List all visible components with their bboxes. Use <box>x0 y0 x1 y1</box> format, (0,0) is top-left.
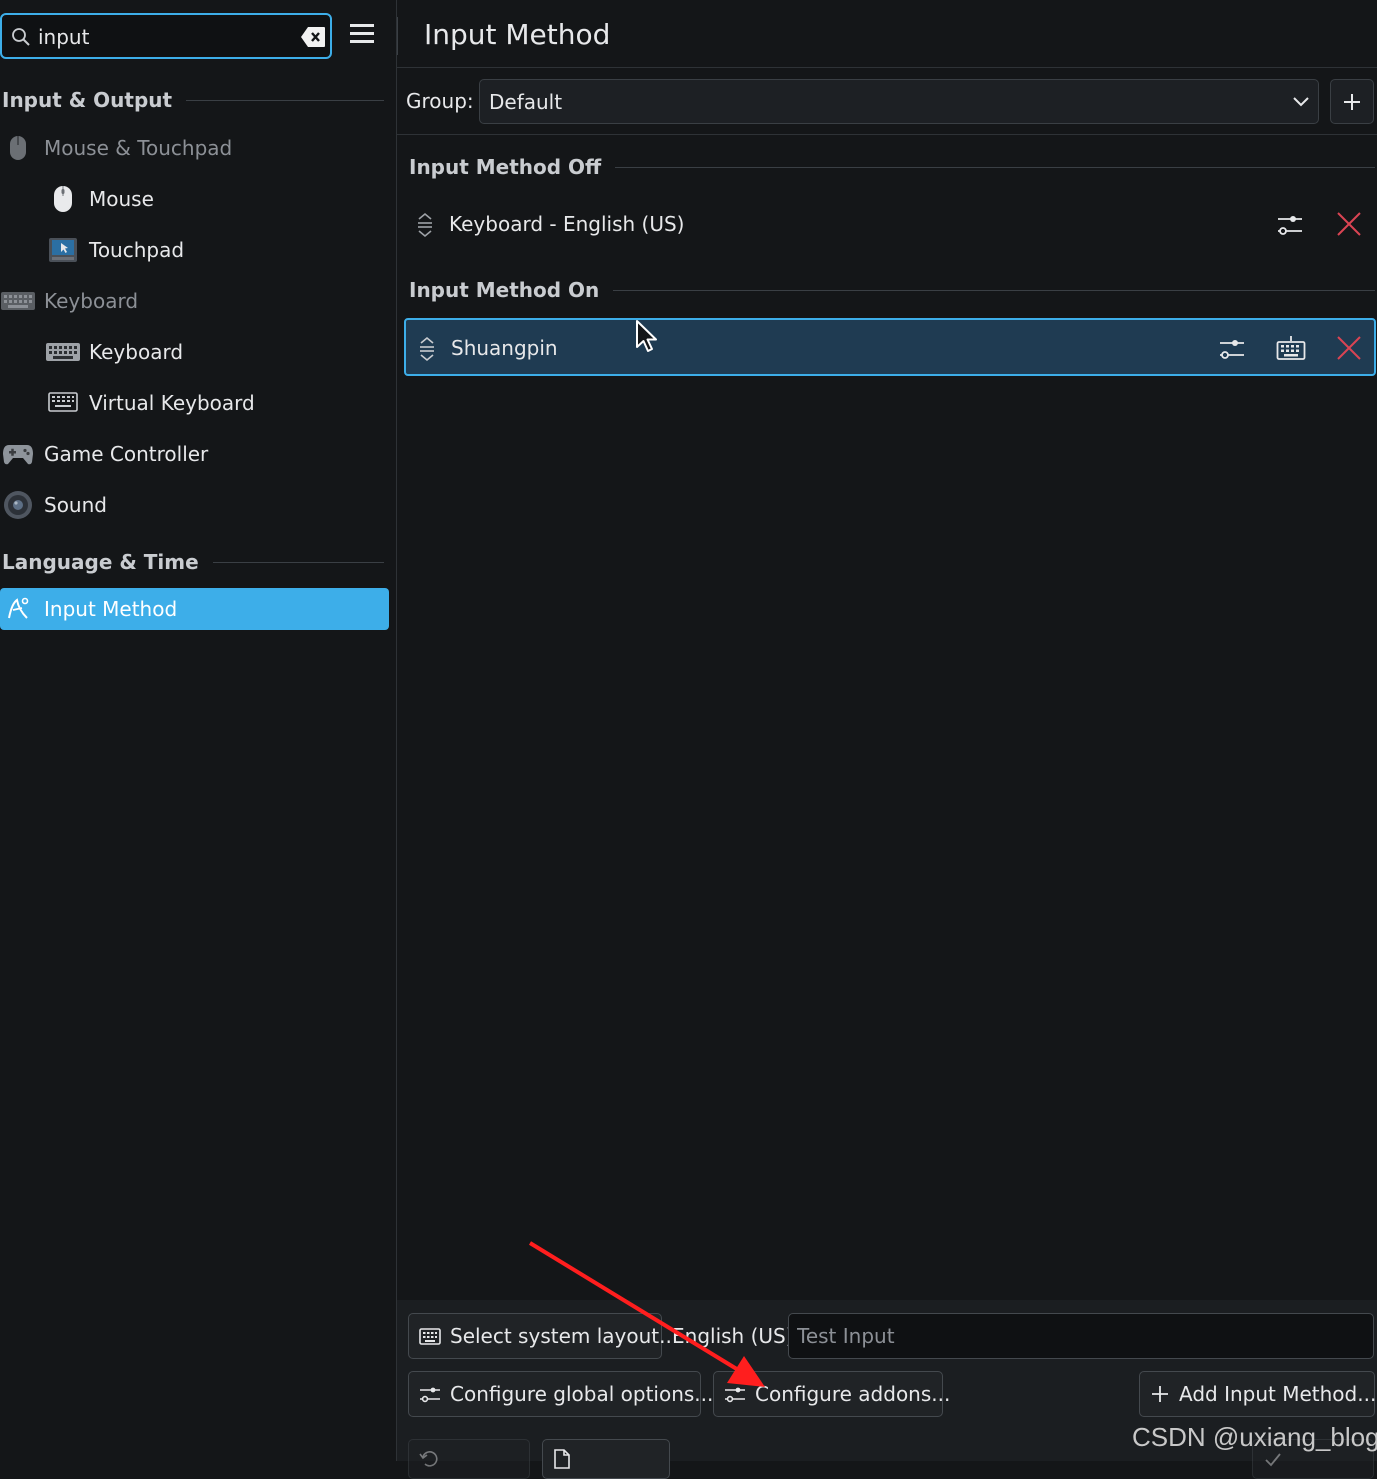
sidebar-item-label: Mouse <box>89 187 154 211</box>
chevron-down-icon <box>1292 94 1310 108</box>
header-separator <box>397 17 398 55</box>
input-method-name: Shuangpin <box>451 336 558 360</box>
sidebar-item-touchpad[interactable]: Touchpad <box>45 228 184 272</box>
input-method-off-heading: Input Method Off <box>409 152 1375 182</box>
configure-icon <box>419 1384 441 1404</box>
sidebar-item-virtual-keyboard[interactable]: Virtual Keyboard <box>45 381 255 425</box>
keyboard-icon <box>0 291 36 311</box>
document-icon <box>553 1449 571 1469</box>
sidebar-item-label: Mouse & Touchpad <box>44 136 233 160</box>
sidebar-item-label: Touchpad <box>89 238 185 262</box>
section-language-time: Language & Time <box>2 547 384 577</box>
search-field[interactable] <box>0 13 332 59</box>
watermark: CSDN @uxiang_blog <box>1132 1422 1377 1452</box>
add-group-button[interactable] <box>1330 79 1374 124</box>
virtual-keyboard-icon <box>45 392 81 414</box>
heading-label: Input Method On <box>409 278 600 302</box>
speaker-icon <box>0 490 36 520</box>
remove-icon[interactable] <box>1335 210 1363 238</box>
remove-icon[interactable] <box>1335 334 1363 362</box>
header-divider <box>396 67 1377 68</box>
sidebar-divider <box>396 0 397 1461</box>
sidebar-item-label: Virtual Keyboard <box>89 391 255 415</box>
heading-divider <box>615 166 1375 168</box>
undo-icon <box>419 1449 439 1469</box>
input-method-on-heading: Input Method On <box>409 275 1375 305</box>
configure-icon[interactable] <box>1218 334 1246 362</box>
sidebar: Input & Output Mouse & Touchpad Mouse To… <box>0 0 396 1461</box>
sidebar-item-mouse-touchpad[interactable]: Mouse & Touchpad <box>0 126 232 170</box>
heading-label: Input Method Off <box>409 155 602 179</box>
keyboard-icon <box>45 342 81 362</box>
clear-search-icon[interactable] <box>300 26 326 48</box>
annotation-arrow-icon <box>528 1241 765 1387</box>
button-label: Add Input Method... <box>1179 1382 1377 1406</box>
sidebar-item-game-controller[interactable]: Game Controller <box>0 432 208 476</box>
search-input[interactable] <box>38 23 288 51</box>
sidebar-item-label: Game Controller <box>44 442 209 466</box>
section-label: Input & Output <box>2 88 173 112</box>
plus-icon <box>1150 1384 1170 1404</box>
section-divider <box>212 561 384 563</box>
group-select-value: Default <box>489 90 563 114</box>
sidebar-item-keyboard-category[interactable]: Keyboard <box>0 279 138 323</box>
search-icon <box>11 27 31 47</box>
sidebar-item-keyboard[interactable]: Keyboard <box>45 330 183 374</box>
section-input-output: Input & Output <box>2 85 384 115</box>
add-input-method-button[interactable]: Add Input Method... <box>1139 1371 1377 1417</box>
section-divider <box>186 99 384 101</box>
section-label: Language & Time <box>2 550 199 574</box>
test-input-field[interactable] <box>788 1313 1374 1359</box>
touchpad-icon <box>45 237 81 263</box>
sidebar-item-label: Keyboard <box>89 340 184 364</box>
gamepad-icon <box>0 442 36 466</box>
group-divider <box>396 134 1377 135</box>
keyboard-icon <box>419 1326 441 1346</box>
sidebar-item-label: Keyboard <box>44 289 139 313</box>
input-method-icon <box>0 596 36 622</box>
keyboard-layout-icon[interactable] <box>1276 334 1306 362</box>
page-title: Input Method <box>424 18 611 51</box>
sidebar-item-input-method[interactable]: Input Method <box>0 588 389 630</box>
drag-handle-icon[interactable] <box>416 212 434 238</box>
input-method-row-shuangpin[interactable]: Shuangpin <box>404 318 1376 376</box>
mouse-icon <box>0 135 36 161</box>
sidebar-item-mouse[interactable]: Mouse <box>45 177 154 221</box>
drag-handle-icon[interactable] <box>418 336 436 362</box>
configure-icon[interactable] <box>1276 210 1304 238</box>
input-method-name: Keyboard - English (US) <box>449 212 685 236</box>
plus-icon <box>1342 92 1362 112</box>
button-label: Configure addons... <box>755 1382 951 1406</box>
mouse-cursor-icon <box>635 319 659 355</box>
mouse-icon <box>45 185 81 213</box>
defaults-button[interactable] <box>542 1439 670 1479</box>
sidebar-item-label: Input Method <box>44 597 178 621</box>
sidebar-item-sound[interactable]: Sound <box>0 483 107 527</box>
group-label: Group: <box>406 89 474 113</box>
hamburger-menu-icon[interactable] <box>348 22 376 46</box>
sidebar-item-label: Sound <box>44 493 107 517</box>
heading-divider <box>613 289 1375 291</box>
input-method-row-keyboard[interactable]: Keyboard - English (US) <box>404 196 1376 254</box>
reset-button[interactable] <box>408 1439 530 1479</box>
group-select[interactable]: Default <box>479 79 1319 124</box>
